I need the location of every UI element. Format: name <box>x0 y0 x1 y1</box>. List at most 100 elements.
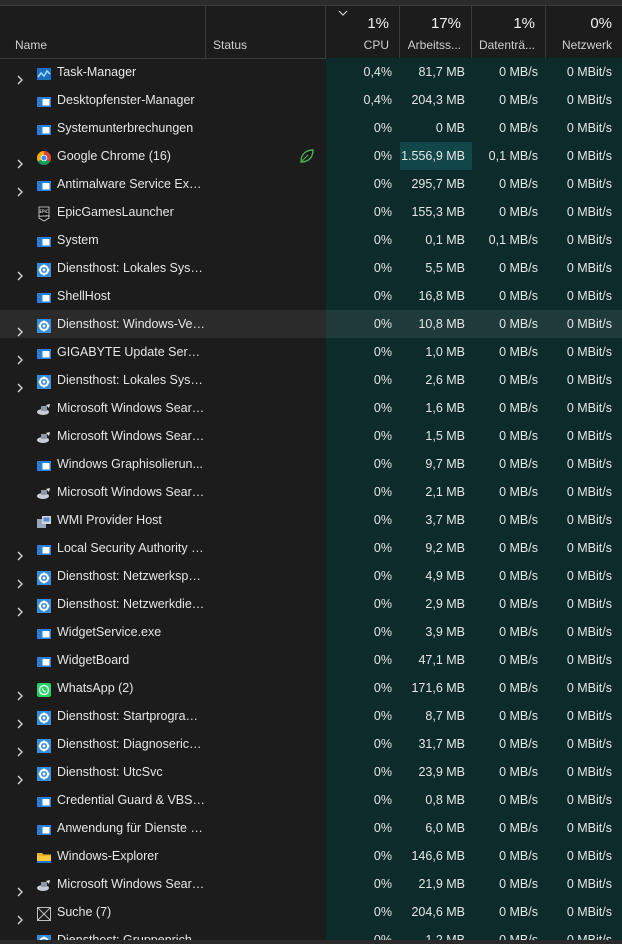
process-row[interactable]: GIGABYTE Update Service 0% 1,0 MB 0 MB/s 0 M… <box>0 338 622 366</box>
process-row[interactable]: Task-Manager 0,4% 81,7 MB 0 MB/s 0 MBit/s <box>0 58 622 86</box>
expand-chevron-icon[interactable] <box>16 711 24 729</box>
network-value: 0 MBit/s <box>546 702 622 730</box>
column-percent-memory: 17% <box>430 15 461 32</box>
process-status-cell <box>206 366 326 394</box>
column-header-disk[interactable]: 1% Datenträ... <box>472 5 546 58</box>
process-row[interactable]: Diensthost: Diagnoserich... 0% 31,7 MB 0 MB… <box>0 730 622 758</box>
expand-chevron-icon[interactable] <box>16 879 24 897</box>
process-row[interactable]: EPIC GAMES EpicGamesLauncher 0% 155,3 MB 0 MB… <box>0 198 622 226</box>
process-name: GIGABYTE Update Service <box>57 345 205 359</box>
column-header-name[interactable]: Name <box>0 5 206 58</box>
process-row[interactable]: Diensthost: Startprogram... 0% 8,7 MB 0 MB/… <box>0 702 622 730</box>
expand-chevron-icon[interactable] <box>16 347 24 365</box>
process-row[interactable]: Diensthost: Netzwerkspei... 0% 4,9 MB 0 MB/… <box>0 562 622 590</box>
process-row[interactable]: Microsoft Windows Searc... 0% 21,9 MB 0 MB/… <box>0 870 622 898</box>
disk-value: 0 MB/s <box>472 170 546 198</box>
column-header-status[interactable]: Status <box>206 5 326 58</box>
process-name: Task-Manager <box>57 65 137 79</box>
memory-value: 21,9 MB <box>400 870 472 898</box>
expand-chevron-icon[interactable] <box>16 599 24 617</box>
process-row[interactable]: Microsoft Windows Searc... 0% 2,1 MB 0 MB/s… <box>0 478 622 506</box>
expand-chevron-icon[interactable] <box>16 263 24 281</box>
network-value: 0 MBit/s <box>546 338 622 366</box>
process-row[interactable]: WMI Provider Host 0% 3,7 MB 0 MB/s 0 MBit/s <box>0 506 622 534</box>
cpu-value: 0% <box>326 142 400 170</box>
process-row[interactable]: Antimalware Service Exec... 0% 295,7 MB 0 M… <box>0 170 622 198</box>
cpu-value: 0% <box>326 730 400 758</box>
process-row[interactable]: Microsoft Windows Searc... 0% 1,5 MB 0 MB/s… <box>0 422 622 450</box>
window-icon <box>36 344 52 360</box>
column-header-cpu[interactable]: 1% CPU <box>326 5 400 58</box>
expand-chevron-icon[interactable] <box>16 683 24 701</box>
process-list[interactable]: Task-Manager 0,4% 81,7 MB 0 MB/s 0 MBit/s Des… <box>0 58 622 944</box>
expand-chevron-icon[interactable] <box>16 543 24 561</box>
network-value: 0 MBit/s <box>546 842 622 870</box>
gear-service-icon <box>36 596 52 613</box>
process-name-cell: Diensthost: Netzwerkspei... <box>0 562 206 590</box>
expand-chevron-icon[interactable] <box>16 179 24 197</box>
process-name-cell: WhatsApp (2) <box>0 674 206 702</box>
process-name: WhatsApp (2) <box>57 681 134 695</box>
svg-text:GAMES: GAMES <box>39 214 50 218</box>
process-row[interactable]: WidgetBoard 0% 47,1 MB 0 MB/s 0 MBit/s <box>0 646 622 674</box>
process-row[interactable]: Windows Graphisolierun... 0% 9,7 MB 0 MB/s 0… <box>0 450 622 478</box>
network-value: 0 MBit/s <box>546 730 622 758</box>
expand-chevron-icon[interactable] <box>16 907 24 925</box>
process-status-cell <box>206 786 326 814</box>
expand-chevron-icon[interactable] <box>16 151 24 169</box>
disk-value: 0 MB/s <box>472 758 546 786</box>
process-status-cell <box>206 506 326 534</box>
memory-value: 3,9 MB <box>400 618 472 646</box>
expand-chevron-icon[interactable] <box>16 739 24 757</box>
expand-chevron-icon[interactable] <box>16 67 24 85</box>
process-row[interactable]: Systemunterbrechungen 0% 0 MB 0 MB/s 0 MBit/… <box>0 114 622 142</box>
expand-chevron-icon[interactable] <box>16 571 24 589</box>
column-header-network[interactable]: 0% Netzwerk <box>546 5 622 58</box>
horizontal-scrollbar[interactable] <box>0 940 622 944</box>
expand-chevron-icon[interactable] <box>16 767 24 785</box>
process-row[interactable]: Diensthost: Netzwerkdien... 0% 2,9 MB 0 MB/… <box>0 590 622 618</box>
gear-service-icon <box>36 736 52 753</box>
task-manager-icon <box>36 64 52 80</box>
process-name-cell: Local Security Authority P... <box>0 534 206 562</box>
column-label-name: Name <box>15 38 48 52</box>
process-row[interactable]: Credential Guard & VBS K... 0% 0,8 MB 0 MB/… <box>0 786 622 814</box>
search-indexer-icon <box>36 428 52 444</box>
process-row[interactable]: Desktopfenster-Manager 0,4% 204,3 MB 0 MB/s… <box>0 86 622 114</box>
memory-value: 171,6 MB <box>400 674 472 702</box>
process-row[interactable]: Diensthost: Lokales System 0% 2,6 MB 0 MB/s… <box>0 366 622 394</box>
process-row[interactable]: Suche (7) 0% 204,6 MB 0 MB/s 0 MBit/s <box>0 898 622 926</box>
process-row[interactable]: Local Security Authority P... 0% 9,2 MB 0 M… <box>0 534 622 562</box>
memory-value: 204,6 MB <box>400 898 472 926</box>
process-row[interactable]: WidgetService.exe 0% 3,9 MB 0 MB/s 0 MBit/s <box>0 618 622 646</box>
process-row[interactable]: Diensthost: UtcSvc 0% 23,9 MB 0 MB/s 0 MBit/… <box>0 758 622 786</box>
memory-value: 81,7 MB <box>400 58 472 86</box>
cpu-value: 0% <box>326 646 400 674</box>
process-row[interactable]: Google Chrome (16) 0% 1.556,9 MB 0,1 MB/s 0 … <box>0 142 622 170</box>
gear-service-icon <box>36 372 52 389</box>
network-value: 0 MBit/s <box>546 478 622 506</box>
process-row[interactable]: Anwendung für Dienste u... 0% 6,0 MB 0 MB/s… <box>0 814 622 842</box>
process-status-cell <box>206 282 326 310</box>
expand-chevron-icon[interactable] <box>16 375 24 393</box>
process-name-cell: Credential Guard & VBS K... <box>0 786 206 814</box>
column-label-cpu: CPU <box>363 38 389 52</box>
disk-value: 0 MB/s <box>472 814 546 842</box>
process-row[interactable]: WhatsApp (2) 0% 171,6 MB 0 MB/s 0 MBit/s <box>0 674 622 702</box>
process-row[interactable]: Diensthost: Windows-Ver... 0% 10,8 MB 0 MB/… <box>0 310 622 338</box>
process-row[interactable]: System 0% 0,1 MB 0,1 MB/s 0 MBit/s <box>0 226 622 254</box>
process-row[interactable]: ShellHost 0% 16,8 MB 0 MB/s 0 MBit/s <box>0 282 622 310</box>
process-row[interactable]: Microsoft Windows Searc... 0% 1,6 MB 0 MB/s… <box>0 394 622 422</box>
network-value: 0 MBit/s <box>546 450 622 478</box>
folder-icon <box>36 848 52 864</box>
memory-value: 2,1 MB <box>400 478 472 506</box>
process-row[interactable]: Windows-Explorer 0% 146,6 MB 0 MB/s 0 MBit/s <box>0 842 622 870</box>
cpu-value: 0% <box>326 422 400 450</box>
column-header-memory[interactable]: 17% Arbeitss... <box>400 5 472 58</box>
memory-value: 295,7 MB <box>400 170 472 198</box>
network-value: 0 MBit/s <box>546 310 622 338</box>
process-row[interactable]: Diensthost: Lokales Syste... 0% 5,5 MB 0 MB… <box>0 254 622 282</box>
expand-chevron-icon[interactable] <box>16 319 24 337</box>
process-name: Diensthost: UtcSvc <box>57 765 163 779</box>
window-icon <box>36 624 52 640</box>
